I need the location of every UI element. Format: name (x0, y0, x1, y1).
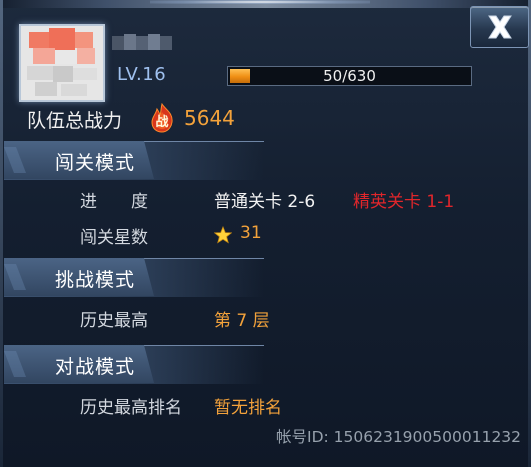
power-icon-text: 战 (155, 115, 169, 130)
section-header-challenge: 挑战模式 (4, 258, 264, 297)
section-title-stage: 闯关模式 (55, 152, 136, 174)
stars-value: 31 (240, 223, 262, 243)
star-icon (214, 226, 232, 244)
exp-progress-bar: 50/630 (227, 66, 472, 86)
level-label: LV.16 (117, 64, 167, 85)
section-title-battle: 对战模式 (55, 356, 136, 378)
player-info-panel: LV.16 50/630 队伍总战力 战 5644 闯关模式 进 度 普通关卡 … (0, 0, 531, 467)
avatar[interactable] (19, 24, 105, 102)
elite-stage-progress: 精英关卡 1-1 (353, 192, 455, 212)
top-frame-glow (150, 0, 370, 4)
section-header-stage: 闯关模式 (4, 141, 264, 180)
stars-label: 闯关星数 (80, 228, 148, 248)
power-flame-icon: 战 (148, 102, 176, 133)
exp-text: 50/630 (323, 67, 376, 85)
account-id: 帐号ID: 150623190050001​1232 (276, 428, 522, 446)
close-button[interactable] (470, 6, 529, 48)
battle-rank-label: 历史最高排名 (80, 398, 182, 418)
battle-rank-value: 暂无排名 (214, 398, 282, 418)
section-title-challenge: 挑战模式 (55, 269, 136, 291)
challenge-record-label: 历史最高 (80, 311, 148, 331)
normal-stage-progress: 普通关卡 2-6 (214, 192, 316, 212)
section-header-battle: 对战模式 (4, 345, 264, 384)
left-frame-border (0, 0, 3, 467)
team-power-value: 5644 (184, 106, 235, 130)
challenge-record-value: 第 7 层 (214, 311, 270, 331)
progress-label: 进 度 (80, 192, 148, 212)
player-name-obscured (112, 32, 182, 54)
close-icon (488, 15, 512, 39)
team-power-label: 队伍总战力 (27, 110, 123, 132)
